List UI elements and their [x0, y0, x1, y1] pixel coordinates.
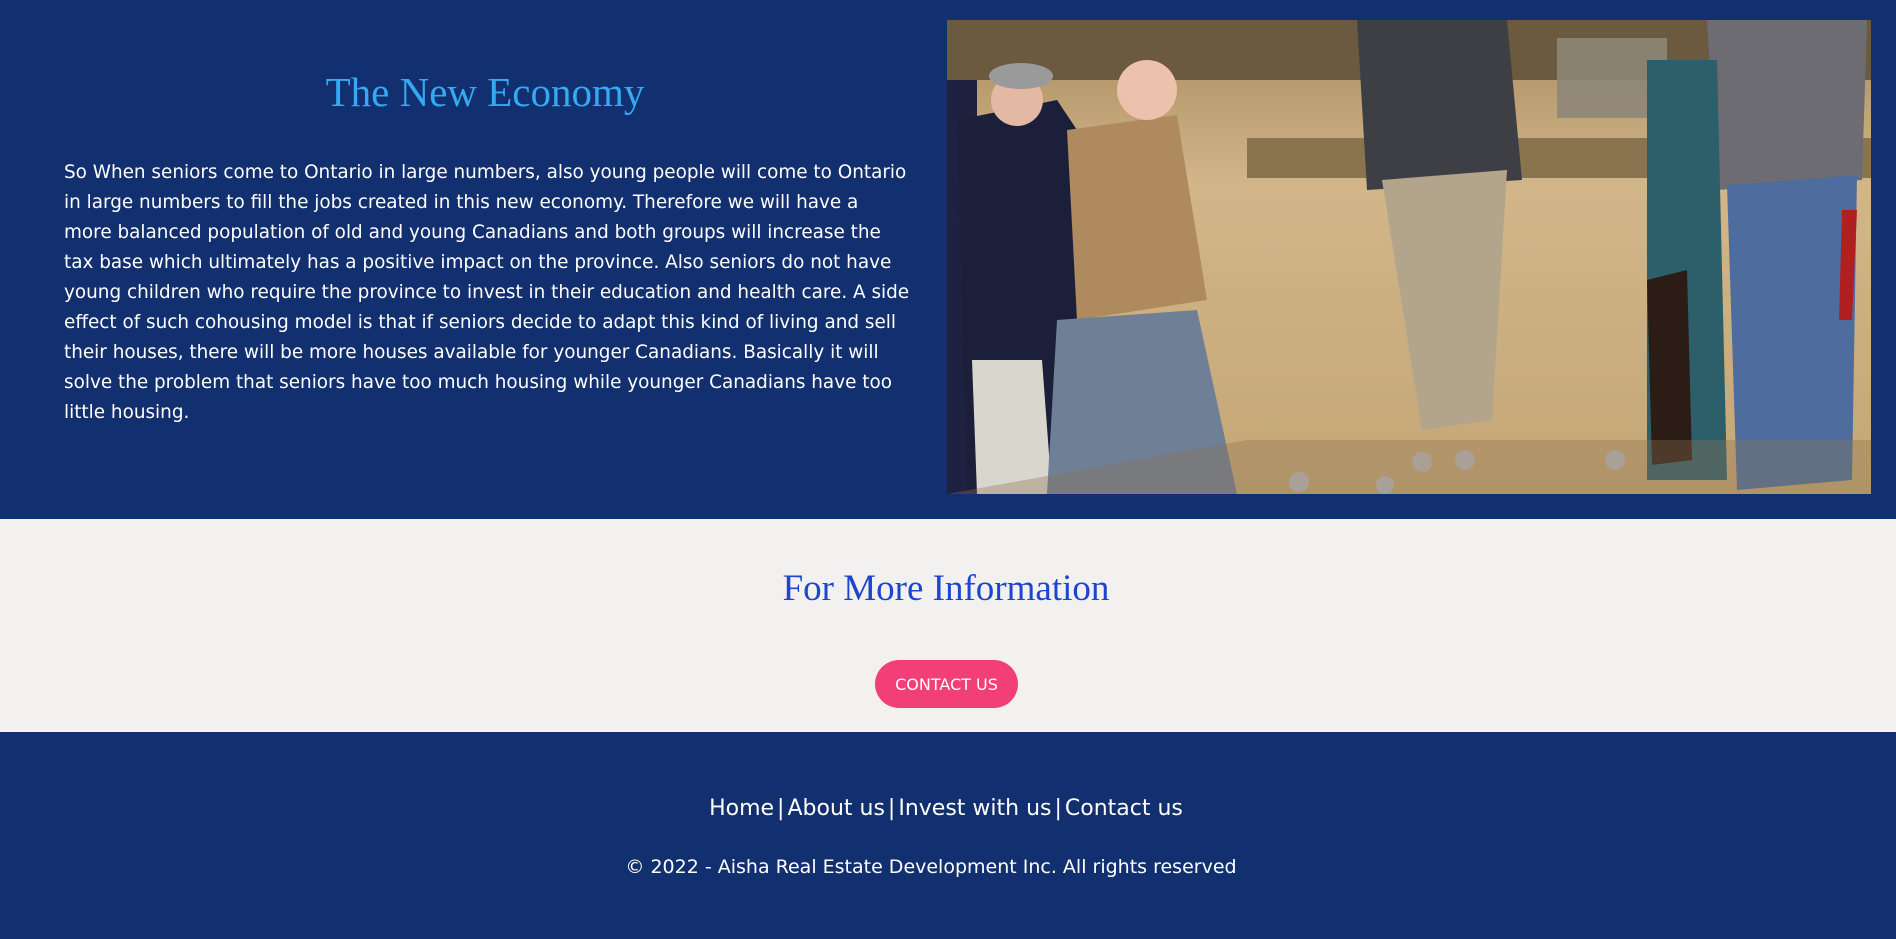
footer-separator: |	[887, 796, 896, 821]
footer-link-contact-us[interactable]: Contact us	[1065, 796, 1183, 821]
footer-separator: |	[777, 796, 785, 821]
footer-link-about-us[interactable]: About us	[787, 796, 884, 821]
footer: Home | About us | Invest with us | Contact us …	[0, 732, 1896, 939]
footer-link-invest-with-us[interactable]: Invest with us	[898, 796, 1051, 821]
more-information-section: For More Information CONTACT US	[0, 519, 1896, 732]
footer-separator: |	[1054, 796, 1062, 821]
hero-paragraph: So When seniors come to Ontario in large…	[64, 162, 910, 423]
contact-us-button[interactable]: CONTACT US	[875, 660, 1018, 708]
hero-section: The New Economy So When seniors come to …	[0, 0, 1896, 519]
hero-title: The New Economy	[325, 69, 645, 115]
seniors-playing-petanque-photo	[947, 20, 1871, 494]
footer-link-home[interactable]: Home	[709, 796, 774, 821]
footer-nav: Home | About us | Invest with us | Contact us	[0, 796, 1892, 821]
info-title: For More Information	[782, 568, 1110, 609]
copyright-text: © 2022 - Aisha Real Estate Development I…	[625, 856, 1237, 878]
